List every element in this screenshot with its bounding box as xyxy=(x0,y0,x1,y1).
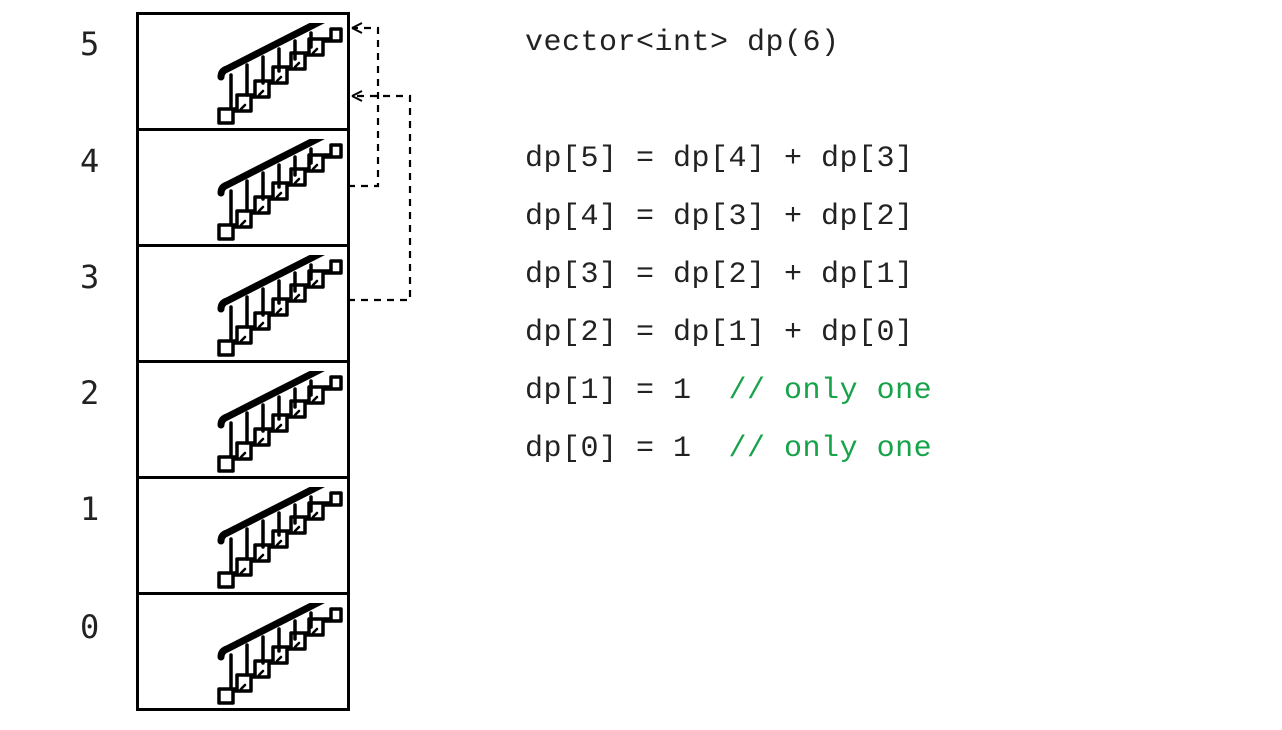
code-text: dp[3] = dp[2] + dp[1] xyxy=(525,260,914,290)
stairs-icon xyxy=(213,603,343,708)
stairs-icon xyxy=(213,23,343,128)
code-text: dp[4] = dp[3] + dp[2] xyxy=(525,202,914,232)
code-line-2: dp[2] = dp[1] + dp[0] xyxy=(525,304,932,362)
stairs-icon xyxy=(213,371,343,476)
code-text: dp[0] = 1 xyxy=(525,434,729,464)
cell-4 xyxy=(139,128,347,244)
code-text: dp[1] = 1 xyxy=(525,376,729,406)
index-3: 3 xyxy=(80,258,99,296)
code-text: dp[2] = dp[1] + dp[0] xyxy=(525,318,914,348)
stairs-icon xyxy=(213,139,343,244)
index-5: 5 xyxy=(80,25,99,63)
cell-3 xyxy=(139,244,347,360)
cell-1 xyxy=(139,476,347,592)
code-comment: // only one xyxy=(729,376,933,406)
index-1: 1 xyxy=(80,490,99,528)
code-line-0: dp[0] = 1 // only one xyxy=(525,420,932,478)
index-0: 0 xyxy=(80,608,99,646)
cell-2 xyxy=(139,360,347,476)
stairs-icon xyxy=(213,487,343,592)
index-4: 4 xyxy=(80,142,99,180)
cell-0 xyxy=(139,592,347,708)
code-comment: // only one xyxy=(729,434,933,464)
dp-array xyxy=(136,12,350,711)
code-line-1: dp[1] = 1 // only one xyxy=(525,362,932,420)
code-block: vector<int> dp(6) dp[5] = dp[4] + dp[3] … xyxy=(525,14,932,478)
code-declaration: vector<int> dp(6) xyxy=(525,14,932,72)
code-line-5: dp[5] = dp[4] + dp[3] xyxy=(525,130,932,188)
cell-5 xyxy=(139,12,347,128)
index-2: 2 xyxy=(80,374,99,412)
code-text: dp[5] = dp[4] + dp[3] xyxy=(525,144,914,174)
code-line-3: dp[3] = dp[2] + dp[1] xyxy=(525,246,932,304)
code-line-4: dp[4] = dp[3] + dp[2] xyxy=(525,188,932,246)
stairs-icon xyxy=(213,255,343,360)
